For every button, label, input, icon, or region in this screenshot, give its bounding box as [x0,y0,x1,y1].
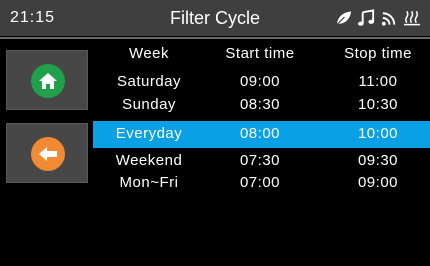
home-icon [31,64,65,98]
leaf-icon [334,9,353,27]
table-row[interactable]: Mon~Fri 07:00 09:00 [93,174,430,194]
heating-icon [403,9,422,27]
wifi-signal-icon [380,9,399,27]
back-button[interactable] [6,123,88,183]
stop-time-cell: 11:00 [358,73,398,90]
column-header-week: Week [128,45,170,62]
week-cell: Mon~Fri [119,174,179,191]
table-row[interactable]: Saturday 09:00 11:00 [93,73,430,93]
column-header-stop: Stop time [344,45,412,62]
filter-cycle-screen: 21:15 Filter Cycle Week Start time Stop … [0,0,430,266]
stop-time-cell: 09:00 [357,174,399,191]
start-time-cell: 07:00 [239,174,281,191]
column-header-start: Start time [225,45,295,62]
table-header: Week Start time Stop time [93,45,430,65]
week-cell: Everyday [115,125,183,142]
music-icon [357,9,376,27]
stop-time-cell: 10:00 [357,125,399,142]
week-cell: Weekend [115,152,183,169]
back-arrow-icon [31,137,65,171]
status-icons [334,9,422,27]
start-time-cell: 09:00 [239,73,281,90]
top-status-bar: 21:15 Filter Cycle [0,0,430,36]
stop-time-cell: 09:30 [357,152,399,169]
stop-time-cell: 10:30 [357,96,399,113]
week-cell: Sunday [122,96,176,113]
start-time-cell: 07:30 [239,152,281,169]
table-row[interactable]: Weekend 07:30 09:30 [93,152,430,172]
home-button[interactable] [6,50,88,110]
week-cell: Saturday [116,73,182,90]
header-divider [0,37,430,39]
table-row[interactable]: Sunday 08:30 10:30 [93,96,430,116]
start-time-cell: 08:00 [239,125,281,142]
table-row-selected[interactable]: Everyday 08:00 10:00 [93,121,430,148]
start-time-cell: 08:30 [239,96,281,113]
